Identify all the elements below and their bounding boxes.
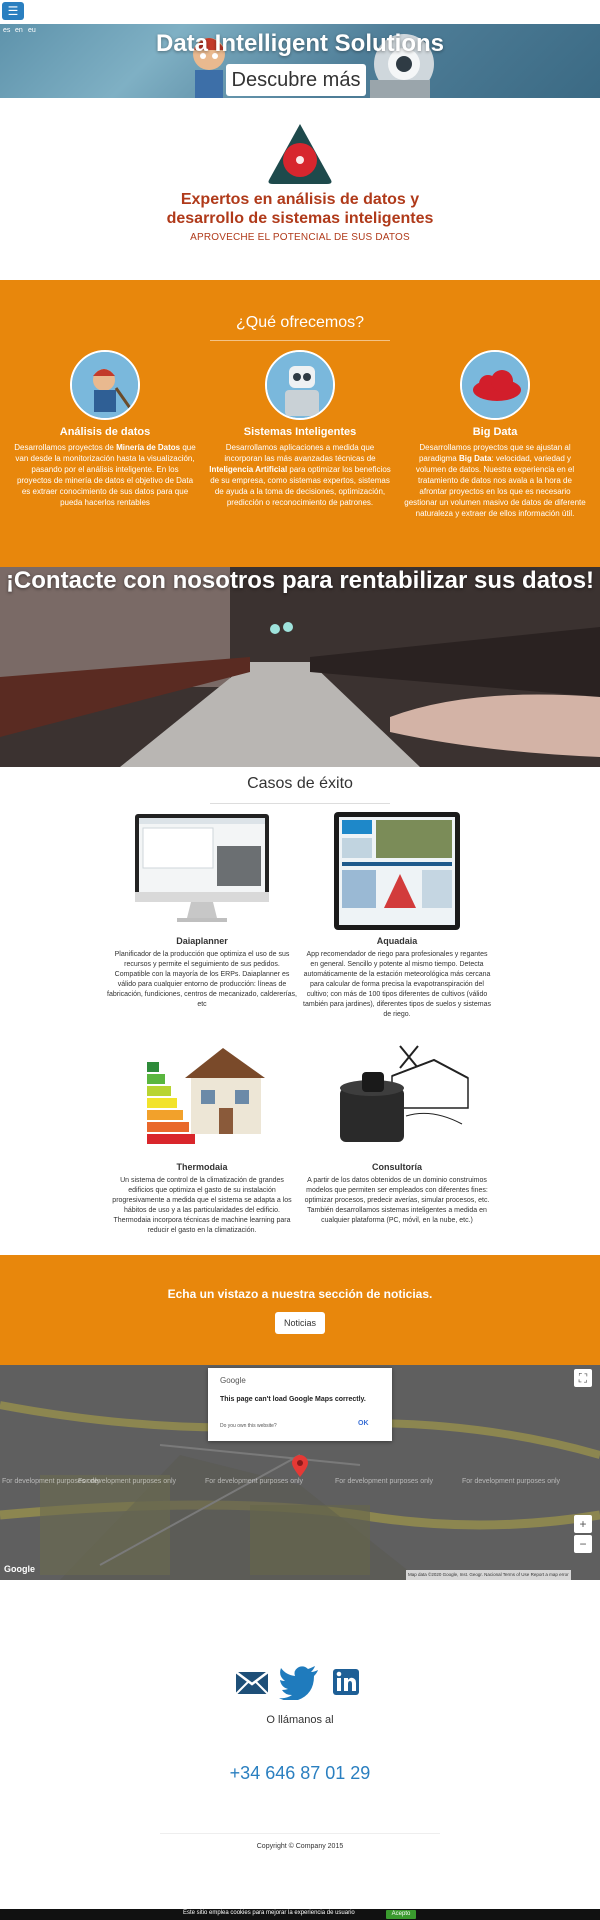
map-error-title: This page can't load Google Maps correct…: [220, 1396, 366, 1403]
case-title: Daiaplanner: [176, 936, 228, 946]
robot-icon: [265, 350, 335, 420]
google-map[interactable]: For development purposes only For develo…: [0, 1365, 600, 1580]
zoom-in-button[interactable]: +: [574, 1515, 592, 1533]
map-pin-icon[interactable]: [292, 1455, 308, 1477]
intro-heading: Expertos en análisis de datos y desarrol…: [0, 190, 600, 228]
dev-watermark: For development purposes only: [335, 1478, 434, 1485]
case-consultoria: Consultoría A partir de los datos obteni…: [302, 1038, 492, 1226]
map-attribution: Map data ©2020 Google, Inst. Geogr. Naci…: [406, 1570, 571, 1580]
cookie-bar: Este sitio emplea cookies para mejorar l…: [0, 1909, 600, 1920]
cases-heading: Casos de éxito: [247, 775, 353, 792]
hero-section: ☰ es en eu Data Intelligent Solutions De…: [0, 0, 600, 98]
case-text: A partir de los datos obtenidos de un do…: [304, 1177, 490, 1224]
top-bar: [0, 0, 600, 24]
case-aquadaia: Aquadaia App recomendador de riego para …: [302, 812, 492, 1020]
intro-heading-line1: Expertos en análisis de datos y: [180, 191, 420, 208]
offer-title: Sistemas Inteligentes: [243, 426, 357, 438]
offer-text: Desarrollamos proyectos de Minería de Da…: [14, 443, 196, 507]
case-thermodaia: Thermodaia Un sistema de control de la c…: [107, 1038, 297, 1236]
news-button[interactable]: Noticias: [275, 1312, 325, 1334]
cookie-text: Este sitio emplea cookies para mejorar l…: [183, 1910, 355, 1916]
offer-heading: ¿Qué ofrecemos?: [235, 314, 365, 331]
dev-watermark: For development purposes only: [205, 1478, 304, 1485]
case-text: Un sistema de control de la climatizació…: [112, 1177, 292, 1234]
cloud-icon: [460, 350, 530, 420]
terms-link[interactable]: Terms of Use: [503, 1572, 530, 1577]
offer-item-data-analysis: Análisis de datos Desarrollamos proyecto…: [10, 350, 200, 508]
company-logo: [268, 124, 332, 184]
news-section: Echa un vistazo a nuestra sección de not…: [0, 1255, 600, 1365]
case-daiaplanner: Daiaplanner Planificador de la producció…: [107, 812, 297, 1010]
intro-subtitle: APROVECHE EL POTENCIAL DE SUS DATOS: [190, 232, 410, 243]
offer-item-big-data: Big Data Desarrollamos proyectos que se …: [400, 350, 590, 519]
map-ok-button[interactable]: OK: [358, 1420, 369, 1427]
dev-watermark: For development purposes only: [462, 1478, 561, 1485]
map-error-dialog: Google This page can't load Google Maps …: [208, 1368, 392, 1441]
consulting-sketch-image: [322, 1038, 472, 1156]
offer-text: Desarrollamos proyectos que se ajustan a…: [404, 443, 586, 518]
hamburger-icon: ☰: [7, 4, 19, 18]
intro-heading-line2: desarrollo de sistemas inteligentes: [166, 210, 434, 227]
divider: [210, 803, 390, 804]
dev-watermark: For development purposes only: [78, 1478, 177, 1485]
miner-icon: [70, 350, 140, 420]
case-text: App recomendador de riego para profesion…: [303, 951, 491, 1018]
google-logo: Google: [4, 1564, 35, 1574]
map-error-question[interactable]: Do you own this website?: [220, 1423, 277, 1429]
phone-link[interactable]: +34 646 87 01 29: [0, 1763, 600, 1784]
bridge-photo: [0, 567, 600, 767]
report-error-link[interactable]: Report a map error: [531, 1572, 569, 1577]
energy-house-image: [127, 1038, 277, 1156]
menu-button[interactable]: ☰: [2, 2, 24, 20]
linkedin-icon[interactable]: [332, 1664, 360, 1700]
google-brand: Google: [220, 1376, 246, 1385]
cookie-accept-button[interactable]: Acepto: [386, 1910, 416, 1919]
offer-item-intelligent-systems: Sistemas Inteligentes Desarrollamos apli…: [205, 350, 395, 508]
call-heading: O llámanos al: [266, 1714, 334, 1726]
twitter-icon[interactable]: [278, 1664, 320, 1700]
contact-banner: ¡Contacte con nosotros para rentabilizar…: [0, 567, 600, 767]
divider: [210, 340, 390, 341]
fullscreen-icon: ⛶: [578, 1371, 588, 1385]
offer-title: Big Data: [472, 426, 518, 438]
case-title: Consultoría: [371, 1162, 422, 1172]
tablet-screenshot-image: [322, 812, 472, 930]
discover-button[interactable]: Descubre más: [226, 64, 366, 96]
offer-text: Desarrollamos aplicaciones a medida que …: [209, 443, 391, 507]
zoom-out-button[interactable]: −: [574, 1535, 592, 1553]
divider: [160, 1833, 440, 1834]
offer-section: ¿Qué ofrecemos? Análisis de datos Desarr…: [0, 280, 600, 567]
map-data-credit: Map data ©2020 Google, Inst. Geogr. Naci…: [408, 1572, 502, 1577]
mail-icon[interactable]: [234, 1664, 270, 1700]
case-title: Thermodaia: [176, 1162, 228, 1172]
imac-screenshot-image: [127, 812, 277, 930]
news-heading: Echa un vistazo a nuestra sección de not…: [167, 1287, 433, 1301]
offer-title: Análisis de datos: [59, 426, 151, 438]
hero-title: Data Intelligent Solutions: [155, 30, 444, 57]
case-text: Planificador de la producción que optimi…: [107, 951, 297, 1008]
case-title: Aquadaia: [376, 936, 418, 946]
fullscreen-button[interactable]: ⛶: [574, 1369, 592, 1387]
banner-title: ¡Contacte con nosotros para rentabilizar…: [5, 567, 595, 594]
copyright: Copyright © Company 2015: [256, 1843, 344, 1850]
